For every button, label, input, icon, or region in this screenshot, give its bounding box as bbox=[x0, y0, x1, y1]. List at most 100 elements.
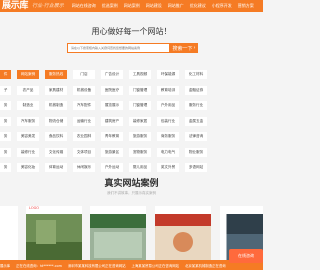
search-input[interactable] bbox=[67, 43, 170, 53]
category-item[interactable]: 宠物服务 bbox=[129, 147, 151, 157]
category-row: 务美容化妆 体育运动 休闲娱乐 户外运动 婴儿用品 英文外贸 多语网站 bbox=[0, 163, 263, 172]
category-item[interactable]: 服务行业 bbox=[185, 101, 207, 110]
nav-item[interactable]: 优选案例 bbox=[102, 0, 118, 12]
category-item[interactable]: 家具建材 bbox=[45, 85, 67, 95]
category-row: 务美容美发 食品饮料 农业园林 青年教育 旅游服务 商务服务 法律咨询 bbox=[0, 132, 263, 141]
search-button-label: 搜索一下 bbox=[172, 45, 193, 52]
category-item[interactable]: 多语网站 bbox=[185, 163, 207, 172]
top-nav-bar: 展示库 行业·行业展示 网站在线咨询 优选案例 网站案例 网站建设 网站推广 优… bbox=[0, 0, 263, 12]
category-item[interactable]: 婴儿用品 bbox=[129, 163, 151, 172]
category-item[interactable]: 务 bbox=[0, 116, 11, 126]
nav-item[interactable]: 网站推广 bbox=[168, 0, 184, 12]
cases-title: 真实网站案例 bbox=[104, 179, 159, 189]
category-item[interactable]: 环保能源 bbox=[157, 70, 179, 79]
online-consult-button[interactable]: 在线咨询 bbox=[229, 249, 263, 263]
category-item[interactable]: 网站案例 bbox=[17, 70, 39, 79]
nav-item[interactable]: 小程序开发 bbox=[212, 0, 232, 12]
category-item[interactable]: 文体项目 bbox=[73, 147, 95, 157]
category-item[interactable]: 汽车服务 bbox=[17, 116, 39, 126]
category-item[interactable]: 务 bbox=[0, 147, 11, 157]
case-thumbnails: LOGO bbox=[0, 206, 263, 262]
nav-item[interactable]: 营销方案 bbox=[238, 0, 254, 12]
nav-item[interactable]: 优化建议 bbox=[190, 0, 206, 12]
nav-item[interactable]: 网站建设 bbox=[146, 0, 162, 12]
category-item[interactable]: 农产品 bbox=[17, 85, 39, 95]
ticker-item[interactable]: 展示库 bbox=[0, 263, 10, 268]
category-item[interactable]: 食品饮料 bbox=[45, 132, 67, 141]
category-item[interactable]: 农业园林 bbox=[73, 132, 95, 141]
ticker-item[interactable]: 正在在线咨询：ht******.com bbox=[16, 263, 62, 268]
category-item[interactable]: 法律咨询 bbox=[185, 132, 207, 141]
main-nav: 网站在线咨询 优选案例 网站案例 网站建设 网站推广 优化建议 小程序开发 营销… bbox=[72, 0, 260, 12]
nav-item[interactable]: 网站在线咨询 bbox=[72, 0, 96, 12]
category-item[interactable]: 旅游服务 bbox=[129, 132, 151, 141]
cases-subtitle: 我们不讲故事，只展示真实案例 bbox=[107, 191, 156, 195]
category-row: 件网站案例 服务热线 门店 广告设计 工具视频 环保能源 化工材料 bbox=[0, 70, 263, 79]
category-item[interactable]: 户外运动 bbox=[101, 163, 123, 172]
category-item[interactable]: 建筑房产 bbox=[101, 116, 123, 126]
case-thumbnail[interactable] bbox=[90, 206, 146, 262]
search-bar: 搜索一下 › bbox=[67, 43, 198, 53]
category-item[interactable]: 机械设备 bbox=[73, 85, 95, 95]
category-item[interactable]: 教育培训 bbox=[157, 85, 179, 95]
logo[interactable]: 展示库 行业·行业展示 bbox=[0, 0, 64, 12]
search-button[interactable]: 搜索一下 › bbox=[170, 43, 198, 53]
category-item[interactable]: 门窗管理 bbox=[129, 101, 151, 110]
category-item[interactable]: 金融证券 bbox=[185, 85, 207, 95]
category-item[interactable]: 装修行业 bbox=[17, 147, 39, 157]
category-item[interactable]: 户外用品 bbox=[157, 101, 179, 110]
category-item[interactable]: 广告设计 bbox=[101, 70, 123, 79]
category-item[interactable]: 运输行业 bbox=[73, 116, 95, 126]
ticker-item[interactable]: 深圳市某某科技有限公司正在咨询网站 bbox=[68, 263, 126, 268]
category-item[interactable]: 包装行业 bbox=[157, 116, 179, 126]
category-row: 子农产品 家具建材 机械设备 医院医疗 门窗管理 教育培训 金融证券 bbox=[0, 85, 263, 95]
ticker-item[interactable]: 北京某某机械制造正在咨询 bbox=[185, 263, 226, 268]
category-item[interactable]: 务 bbox=[0, 163, 11, 172]
case-image bbox=[0, 214, 18, 262]
case-thumbnail[interactable]: LOGO bbox=[26, 206, 82, 262]
category-item[interactable]: 体育运动 bbox=[45, 163, 67, 172]
hero-section: 用心做好每一个网站！ 搜索一下 › bbox=[0, 12, 263, 68]
category-item[interactable]: 旅游景区 bbox=[101, 147, 123, 157]
category-item[interactable]: 文化传媒 bbox=[45, 147, 67, 157]
ticker-item[interactable]: 上海某某贸易公司正在咨询网站 bbox=[132, 263, 179, 268]
category-item[interactable]: 工具视频 bbox=[129, 70, 151, 79]
page: 展示库 行业·行业展示 网站在线咨询 优选案例 网站案例 网站建设 网站推广 优… bbox=[0, 0, 263, 270]
category-item[interactable]: 美容美发 bbox=[17, 132, 39, 141]
category-item[interactable]: 制造业 bbox=[17, 101, 39, 110]
case-thumbnail[interactable] bbox=[155, 206, 211, 262]
case-image bbox=[155, 214, 211, 262]
case-thumbnail[interactable] bbox=[0, 206, 18, 262]
case-image bbox=[90, 214, 146, 262]
category-item[interactable]: 青年教育 bbox=[101, 132, 123, 141]
category-item[interactable]: 装修家居 bbox=[129, 116, 151, 126]
category-item[interactable]: 物业服务 bbox=[185, 147, 207, 157]
category-item[interactable]: 务 bbox=[0, 132, 11, 141]
category-item[interactable]: 件 bbox=[0, 70, 11, 79]
case-image bbox=[26, 214, 82, 262]
category-item[interactable]: 展览展示 bbox=[101, 101, 123, 110]
online-consult-label: 在线咨询 bbox=[238, 253, 254, 258]
category-item[interactable]: 机械制造 bbox=[45, 101, 67, 110]
category-item[interactable]: 休闲娱乐 bbox=[73, 163, 95, 172]
category-item[interactable]: 英文外贸 bbox=[157, 163, 179, 172]
nav-item[interactable]: 网站案例 bbox=[124, 0, 140, 12]
hero-title: 用心做好每一个网站！ bbox=[91, 27, 172, 36]
category-item[interactable]: 商务服务 bbox=[157, 132, 179, 141]
category-item[interactable]: 汽车配件 bbox=[73, 101, 95, 110]
category-item[interactable]: 金属五金 bbox=[185, 116, 207, 126]
category-row: 务汽车服务 物流仓储 运输行业 建筑房产 装修家居 包装行业 金属五金 bbox=[0, 116, 263, 126]
category-item[interactable]: 门店 bbox=[73, 70, 95, 79]
category-item[interactable]: 子 bbox=[0, 85, 11, 95]
category-item[interactable]: 务 bbox=[0, 101, 11, 110]
category-item[interactable]: 医院医疗 bbox=[101, 85, 123, 95]
case-logo: LOGO bbox=[26, 206, 82, 211]
category-grid: 件网站案例 服务热线 门店 广告设计 工具视频 环保能源 化工材料子农产品 家具建材 机械设备医… bbox=[0, 70, 263, 179]
category-item[interactable]: 门窗管理 bbox=[129, 85, 151, 95]
category-item[interactable]: 电力电气 bbox=[157, 147, 179, 157]
logo-text: 展示库 bbox=[2, 1, 29, 11]
category-item[interactable]: 服务热线 bbox=[45, 70, 67, 79]
category-item[interactable]: 物流仓储 bbox=[45, 116, 67, 126]
category-item[interactable]: 美容化妆 bbox=[17, 163, 39, 172]
category-item[interactable]: 化工材料 bbox=[185, 70, 207, 79]
